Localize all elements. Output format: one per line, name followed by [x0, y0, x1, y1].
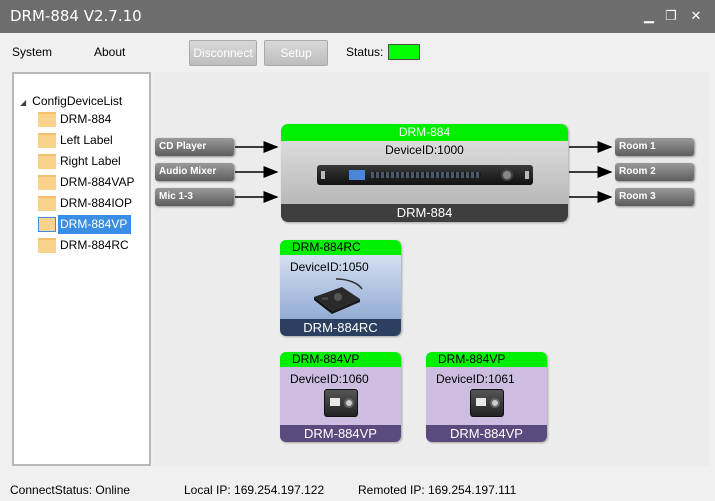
device-footer: DRM-884	[281, 204, 568, 222]
config-canvas[interactable]: CD Player Audio Mixer Mic 1-3 Room 1 Roo…	[153, 72, 709, 466]
tree-item-drm-884[interactable]: DRM-884	[38, 110, 148, 129]
input-audio-mixer[interactable]: Audio Mixer	[155, 163, 234, 181]
tree-item-drm-884rc[interactable]: DRM-884RC	[38, 236, 148, 255]
input-cd-player[interactable]: CD Player	[155, 138, 234, 156]
device-id: DeviceID:1050	[290, 260, 369, 274]
meter-strip-icon	[371, 172, 481, 178]
title-bar: DRM-884 V2.7.10 ▁ ❐ ✕	[0, 0, 715, 33]
device-drm-884[interactable]: DRM-884 DeviceID:1000 DRM-884	[281, 124, 568, 222]
tree-root-label: ConfigDeviceList	[32, 94, 123, 108]
tree-item-left-label[interactable]: Left Label	[38, 131, 148, 150]
device-id: DeviceID:1060	[290, 372, 369, 386]
device-header: DRM-884VP	[426, 352, 547, 367]
remote-ip: Remoted IP: 169.254.197.111	[358, 483, 517, 497]
rack-unit-icon	[317, 165, 533, 185]
device-footer: DRM-884RC	[280, 319, 401, 336]
folder-icon	[38, 175, 56, 190]
panel-screen-icon	[330, 398, 340, 406]
rack-ear-icon	[321, 171, 325, 179]
menu-bar: System About Disconnect Setup Status:	[0, 33, 715, 71]
device-drm-884vp-1[interactable]: DRM-884VP DeviceID:1060 DRM-884VP	[280, 352, 401, 442]
tree-item-drm-884iop[interactable]: DRM-884IOP	[38, 194, 148, 213]
status-label: Status:	[346, 45, 384, 59]
folder-icon	[38, 217, 56, 232]
device-footer: DRM-884VP	[426, 425, 547, 442]
status-bar: ConnectStatus: Online Local IP: 169.254.…	[0, 478, 715, 501]
window-title: DRM-884 V2.7.10	[10, 7, 142, 25]
collapse-triangle-icon[interactable]: ◢	[20, 98, 26, 107]
device-body: DeviceID:1060	[280, 367, 401, 425]
device-body: DeviceID:1061	[426, 367, 547, 425]
menu-system[interactable]: System	[12, 45, 52, 59]
device-id: DeviceID:1000	[385, 143, 464, 157]
output-room-3[interactable]: Room 3	[615, 188, 694, 206]
output-room-2[interactable]: Room 2	[615, 163, 694, 181]
local-ip: Local IP: 169.254.197.122	[184, 483, 325, 497]
menu-about[interactable]: About	[94, 45, 125, 59]
tree-item-right-label[interactable]: Right Label	[38, 152, 148, 171]
folder-icon	[38, 154, 56, 169]
folder-icon	[38, 112, 56, 127]
input-mic[interactable]: Mic 1-3	[155, 188, 234, 206]
setup-button[interactable]: Setup	[264, 40, 328, 66]
volume-panel-icon	[470, 389, 504, 417]
tree-item-drm-884vp[interactable]: DRM-884VP	[38, 215, 148, 234]
app-window: DRM-884 V2.7.10 ▁ ❐ ✕ System About Disco…	[0, 0, 715, 501]
connect-status: ConnectStatus: Online	[10, 483, 131, 497]
remote-controller-icon	[314, 278, 363, 314]
volume-panel-icon	[324, 389, 358, 417]
device-header: DRM-884VP	[280, 352, 401, 367]
folder-icon	[38, 133, 56, 148]
minimize-icon[interactable]: ▁	[640, 8, 658, 24]
device-body: DeviceID:1000	[281, 141, 568, 204]
device-drm-884vp-2[interactable]: DRM-884VP DeviceID:1061 DRM-884VP	[426, 352, 547, 442]
close-icon[interactable]: ✕	[687, 8, 705, 24]
panel-screen-icon	[476, 398, 486, 406]
status-indicator	[388, 44, 420, 60]
device-tree: ◢ ConfigDeviceList DRM-884 Left Label Rig…	[12, 72, 151, 466]
lcd-display-icon	[349, 170, 365, 180]
tree-root[interactable]: ◢ ConfigDeviceList	[20, 94, 122, 108]
rack-ear-icon	[525, 171, 529, 179]
disconnect-button[interactable]: Disconnect	[189, 40, 257, 66]
device-footer: DRM-884VP	[280, 425, 401, 442]
knob-icon	[501, 169, 513, 181]
folder-icon	[38, 238, 56, 253]
output-room-1[interactable]: Room 1	[615, 138, 694, 156]
folder-icon	[38, 196, 56, 211]
device-header: DRM-884	[281, 124, 568, 141]
restore-icon[interactable]: ❐	[662, 8, 680, 24]
panel-knob-icon	[344, 398, 354, 408]
panel-knob-icon	[490, 398, 500, 408]
device-header: DRM-884RC	[280, 240, 401, 255]
tree-item-drm-884vap[interactable]: DRM-884VAP	[38, 173, 148, 192]
device-drm-884rc[interactable]: DRM-884RC DeviceID:1050 DRM-884RC	[280, 240, 401, 336]
device-id: DeviceID:1061	[436, 372, 515, 386]
device-body: DeviceID:1050	[280, 255, 401, 319]
